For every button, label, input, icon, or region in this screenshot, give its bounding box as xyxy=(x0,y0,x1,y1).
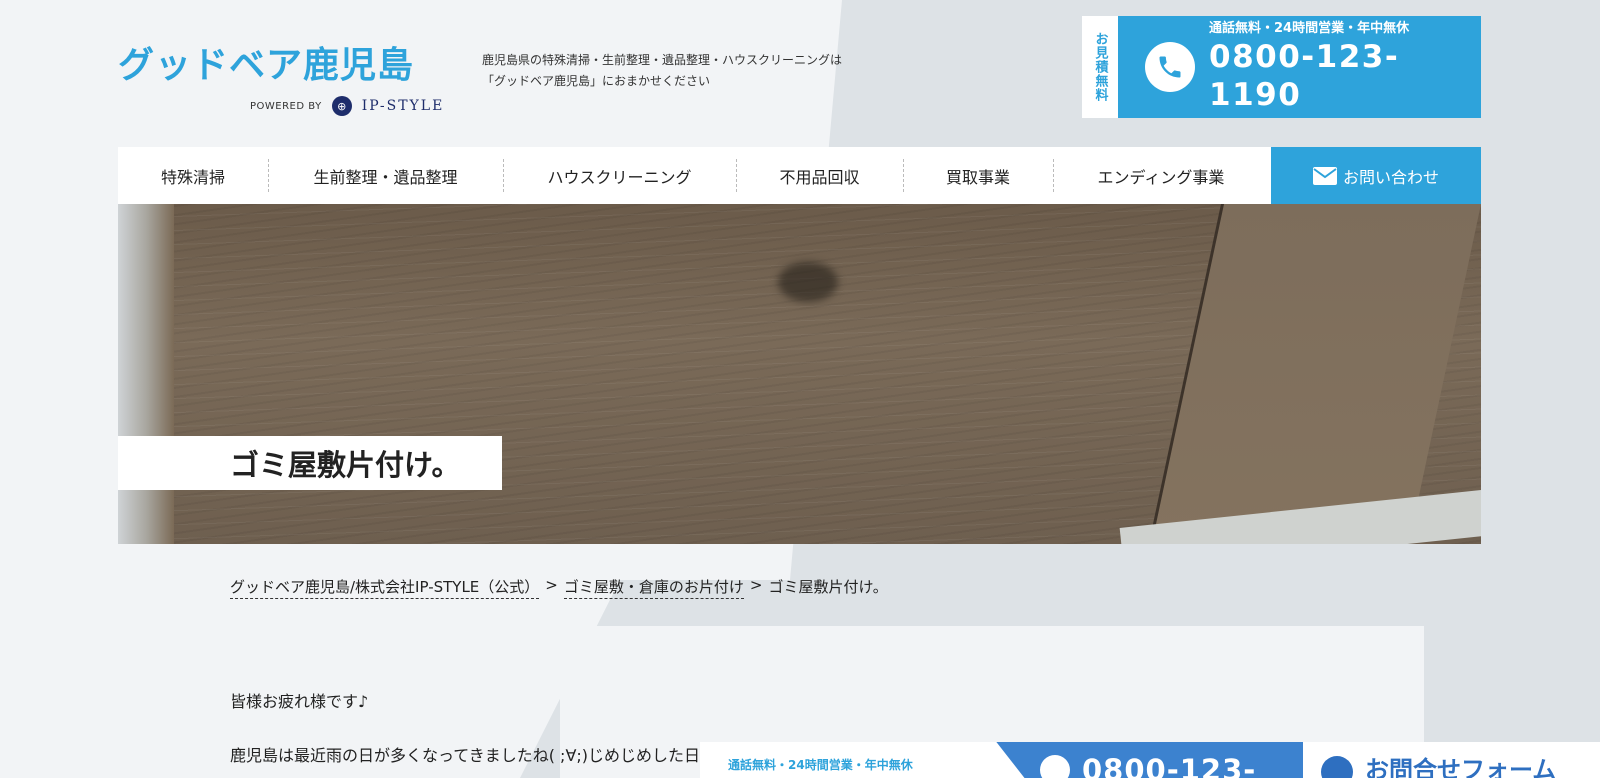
page-title: ゴミ屋敷片付け。 xyxy=(230,448,461,482)
nav-contact-button[interactable]: お問い合わせ xyxy=(1271,147,1481,204)
breadcrumb-current: ゴミ屋敷片付け。 xyxy=(768,578,888,596)
site-tagline: 鹿児島県の特殊清掃・生前整理・遺品整理・ハウスクリーニングは 「グッドベア鹿児島… xyxy=(482,50,882,92)
breadcrumb: グッドベア鹿児島/株式会社IP-STYLE（公式） > ゴミ屋敷・倉庫のお片付け… xyxy=(230,576,888,599)
header-phone-button[interactable]: 通話無料・24時間営業・年中無休 0800-123-1190 xyxy=(1118,16,1481,118)
nav-contact-label: お問い合わせ xyxy=(1342,167,1439,187)
phone-icon xyxy=(1040,755,1070,778)
nav-item-purchase-business[interactable]: 買取事業 xyxy=(903,147,1053,204)
fixed-contact-bar: 通話無料・24時間営業・年中無休 0800-123-1190 お問合せフォーム xyxy=(700,742,1600,778)
hero-title-box: ゴミ屋敷片付け。 xyxy=(118,436,502,490)
mail-icon xyxy=(1312,166,1337,185)
page: グッドベア鹿児島 POWERED BY ⊕ IP-STYLE 鹿児島県の特殊清掃… xyxy=(0,0,1600,778)
bottom-bar-phone-number: 0800-123-1190 xyxy=(1082,753,1257,778)
phone-note: 通話無料・24時間営業・年中無休 xyxy=(1209,21,1410,36)
hero-image-edge xyxy=(118,204,174,544)
ip-style-wordmark: IP-STYLE xyxy=(361,98,445,114)
powered-by-label: POWERED BY xyxy=(250,100,322,112)
global-nav: 特殊清掃 生前整理・遺品整理 ハウスクリーニング 不用品回収 買取事業 エンディ… xyxy=(118,147,1481,204)
breadcrumb-separator: > xyxy=(545,576,558,594)
ip-style-emblem-icon: ⊕ xyxy=(331,96,352,116)
breadcrumb-separator: > xyxy=(749,576,763,594)
nav-item-special-cleaning[interactable]: 特殊清掃 xyxy=(118,147,268,204)
bottom-bar-form-button[interactable]: お問合せフォーム xyxy=(1303,742,1600,778)
phone-icon xyxy=(1145,42,1195,92)
bottom-bar-form-label: お問合せフォーム xyxy=(1365,756,1557,778)
nav-item-ending-business[interactable]: エンディング事業 xyxy=(1053,147,1269,204)
hero-image-stain xyxy=(778,262,838,302)
nav-item-junk-removal[interactable]: 不用品回収 xyxy=(736,147,903,204)
phone-number: 0800-123-1190 xyxy=(1209,39,1400,113)
powered-by: POWERED BY ⊕ IP-STYLE xyxy=(250,96,444,116)
site-logo[interactable]: グッドベア鹿児島 POWERED BY ⊕ IP-STYLE xyxy=(118,46,458,118)
tagline-line-2: 「グッドベア鹿児島」におまかせください xyxy=(482,74,711,88)
bottom-bar-phone-button[interactable]: 0800-123-1190 xyxy=(994,742,1303,778)
hero-image-panel xyxy=(1148,204,1481,544)
content-paragraph: 皆様お疲れ様です♪ xyxy=(230,692,369,711)
breadcrumb-home-link[interactable]: グッドベア鹿児島/株式会社IP-STYLE（公式） xyxy=(230,576,540,599)
tagline-line-1: 鹿児島県の特殊清掃・生前整理・遺品整理・ハウスクリーニングは xyxy=(482,53,843,67)
breadcrumb-category-link[interactable]: ゴミ屋敷・倉庫のお片付け xyxy=(563,576,744,599)
nav-item-house-cleaning[interactable]: ハウスクリーニング xyxy=(503,147,736,204)
logo-text: グッドベア鹿児島 xyxy=(118,45,415,86)
bottom-bar-note: 通話無料・24時間営業・年中無休 xyxy=(700,742,994,778)
nav-item-estate-arrangement[interactable]: 生前整理・遺品整理 xyxy=(268,147,503,204)
mail-icon xyxy=(1321,756,1353,778)
hero-image xyxy=(118,204,1481,544)
free-estimate-tag: お見積無料 xyxy=(1082,16,1118,118)
